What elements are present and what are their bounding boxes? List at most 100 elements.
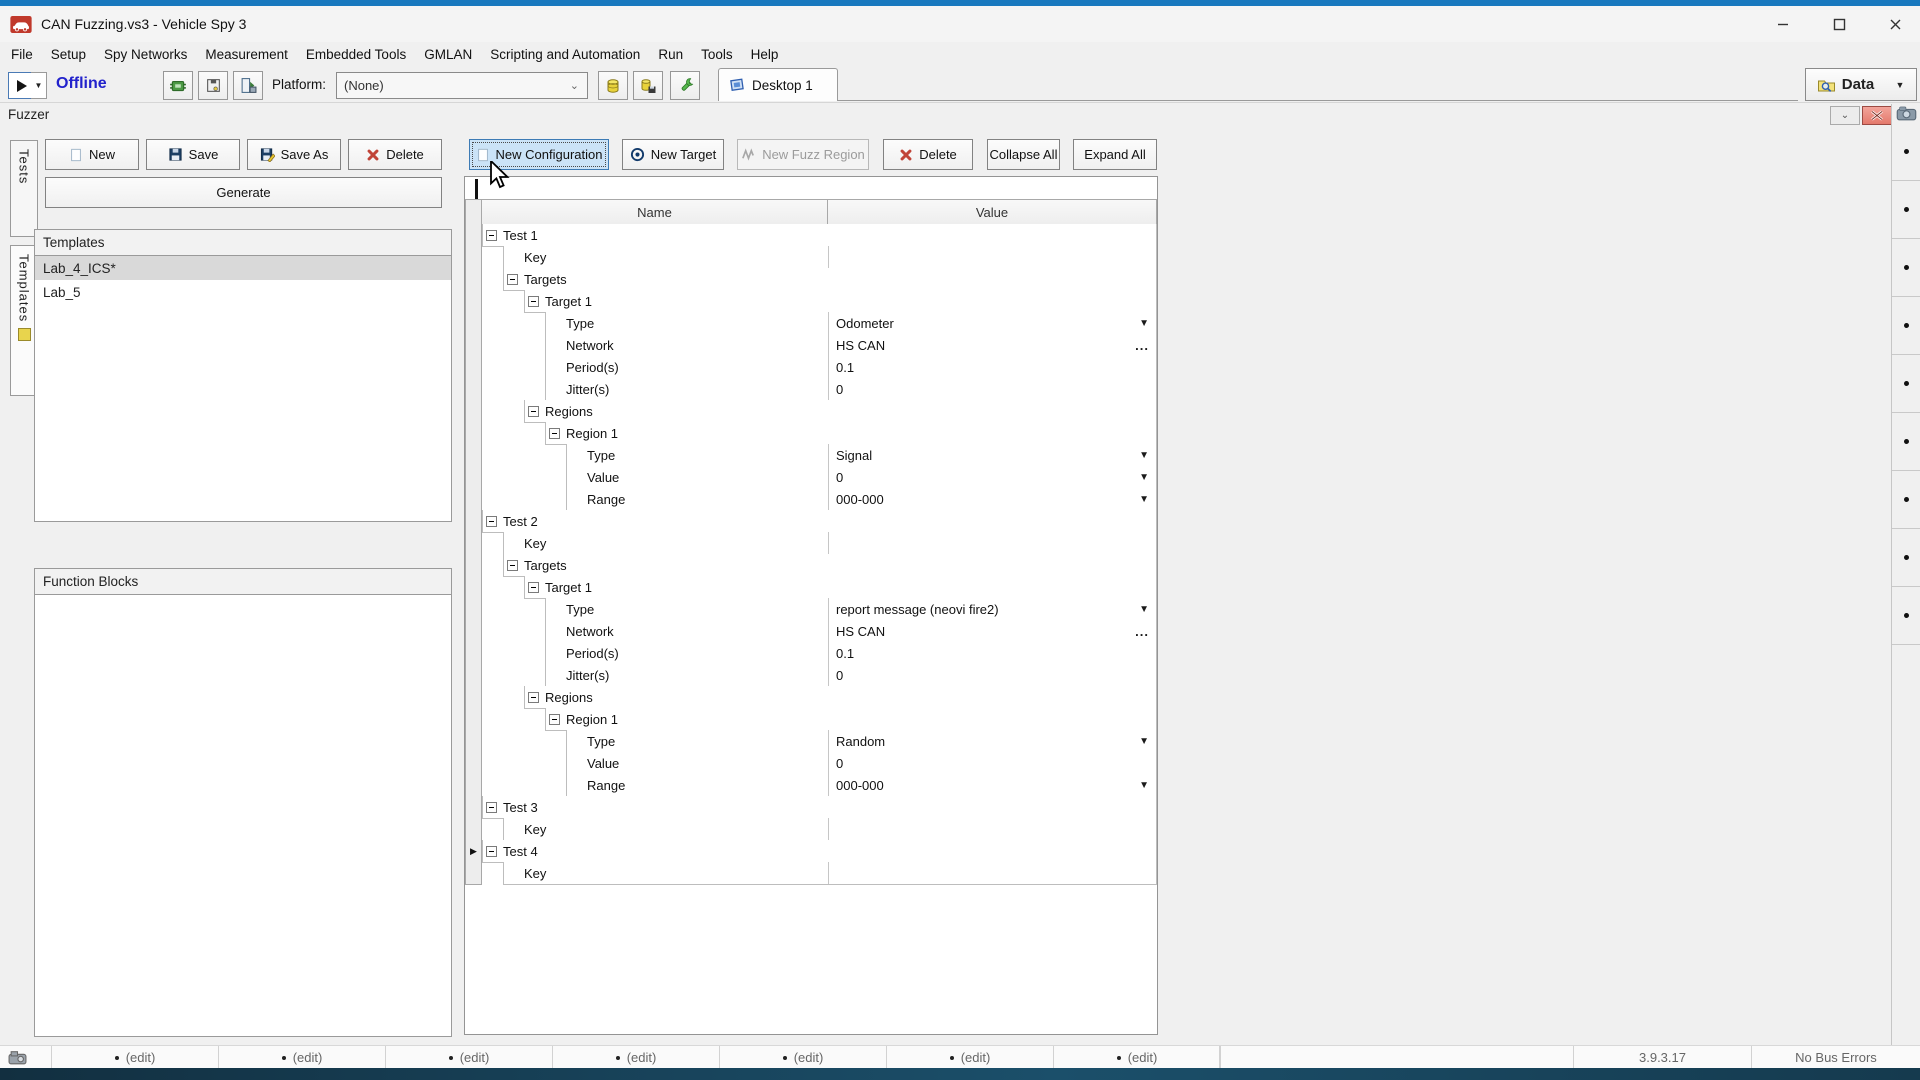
collapse-expander-icon[interactable] xyxy=(486,230,497,241)
property-name-cell[interactable]: Type xyxy=(567,730,829,752)
property-name-cell[interactable]: Range xyxy=(567,488,829,510)
dock-item[interactable] xyxy=(1892,238,1920,297)
ellipsis-button[interactable]: ... xyxy=(1135,338,1156,353)
row-gutter[interactable] xyxy=(465,664,482,687)
new-button[interactable]: New xyxy=(45,139,139,170)
group-row[interactable]: Targets xyxy=(503,268,1157,291)
property-name-cell[interactable]: Type xyxy=(546,312,829,334)
collapse-expander-icon[interactable] xyxy=(528,406,539,417)
delete-button[interactable]: Delete xyxy=(348,139,442,170)
property-value-cell[interactable]: 0.1 xyxy=(829,356,1156,378)
group-row[interactable]: Test 3 xyxy=(482,796,1157,819)
property-value-cell[interactable]: 0 xyxy=(829,664,1156,686)
row-gutter[interactable] xyxy=(465,708,482,731)
property-row[interactable]: Jitter(s)0 xyxy=(545,664,1157,687)
menu-item-setup[interactable]: Setup xyxy=(42,44,95,65)
row-gutter[interactable] xyxy=(465,862,482,885)
play-dropdown-button[interactable]: ▼ xyxy=(31,72,47,99)
collapse-expander-icon[interactable] xyxy=(549,428,560,439)
group-row[interactable]: Regions xyxy=(524,686,1157,709)
property-row[interactable]: NetworkHS CAN... xyxy=(545,334,1157,357)
property-value-cell[interactable] xyxy=(829,818,1156,840)
row-gutter[interactable] xyxy=(465,686,482,709)
group-row[interactable]: Region 1 xyxy=(545,708,1157,731)
group-row[interactable]: Test 1 xyxy=(482,224,1157,247)
property-name-cell[interactable]: Key xyxy=(504,532,829,554)
property-value-cell[interactable]: 0 xyxy=(829,378,1156,400)
maximize-button[interactable] xyxy=(1828,13,1850,35)
group-row[interactable]: Target 1 xyxy=(524,290,1157,313)
row-gutter[interactable] xyxy=(465,488,482,511)
collapse-expander-icon[interactable] xyxy=(549,714,560,725)
property-value-cell[interactable] xyxy=(829,246,1156,268)
save-as-button[interactable]: Save As xyxy=(247,139,341,170)
property-row[interactable]: Key xyxy=(503,246,1157,269)
row-gutter[interactable] xyxy=(465,818,482,841)
property-value-cell[interactable]: Random▼ xyxy=(829,730,1156,752)
export-button[interactable] xyxy=(233,71,263,100)
collapse-expander-icon[interactable] xyxy=(528,692,539,703)
row-gutter[interactable] xyxy=(465,532,482,555)
side-tab-tests[interactable]: Tests xyxy=(10,140,38,237)
tab-desktop-1[interactable]: Desktop 1 xyxy=(718,68,838,101)
dock-item[interactable] xyxy=(1892,470,1920,529)
property-row[interactable]: Value0▼ xyxy=(566,466,1157,489)
new-target-button[interactable]: New Target xyxy=(622,139,724,170)
property-name-cell[interactable]: Period(s) xyxy=(546,356,829,378)
row-gutter[interactable] xyxy=(465,290,482,313)
property-row[interactable]: Value0 xyxy=(566,752,1157,775)
data-dropdown-button[interactable]: ▼ xyxy=(1884,68,1917,101)
row-gutter[interactable] xyxy=(465,576,482,599)
property-value-cell[interactable]: 0▼ xyxy=(829,466,1156,488)
menu-item-measurement[interactable]: Measurement xyxy=(196,44,297,65)
property-name-cell[interactable]: Period(s) xyxy=(546,642,829,664)
property-row[interactable]: Period(s)0.1 xyxy=(545,356,1157,379)
hardware-button[interactable] xyxy=(163,71,193,100)
property-name-cell[interactable]: Key xyxy=(504,862,829,884)
property-value-cell[interactable]: 000-000▼ xyxy=(829,774,1156,796)
dropdown-arrow-icon[interactable]: ▼ xyxy=(1139,494,1156,505)
row-gutter[interactable] xyxy=(465,752,482,775)
property-name-cell[interactable]: Key xyxy=(504,246,829,268)
collapse-expander-icon[interactable] xyxy=(507,274,518,285)
menu-item-scripting-and-automation[interactable]: Scripting and Automation xyxy=(481,44,649,65)
collapse-expander-icon[interactable] xyxy=(486,846,497,857)
row-gutter[interactable] xyxy=(465,598,482,621)
group-row[interactable]: Test 2 xyxy=(482,510,1157,533)
row-gutter[interactable] xyxy=(465,554,482,577)
property-row[interactable]: Key xyxy=(503,862,1157,885)
property-row[interactable]: TypeSignal▼ xyxy=(566,444,1157,467)
row-gutter[interactable] xyxy=(465,378,482,401)
property-name-cell[interactable]: Range xyxy=(567,774,829,796)
property-row[interactable]: Range000-000▼ xyxy=(566,488,1157,511)
status-edit-cell[interactable]: (edit) xyxy=(553,1046,720,1069)
dropdown-arrow-icon[interactable]: ▼ xyxy=(1139,736,1156,747)
property-value-cell[interactable]: Signal▼ xyxy=(829,444,1156,466)
property-row[interactable]: Key xyxy=(503,532,1157,555)
menu-item-embedded-tools[interactable]: Embedded Tools xyxy=(297,44,415,65)
collapse-all-button[interactable]: Collapse All xyxy=(987,139,1060,170)
menu-item-tools[interactable]: Tools xyxy=(692,44,742,65)
row-gutter[interactable] xyxy=(465,620,482,643)
row-gutter[interactable] xyxy=(465,356,482,379)
dropdown-arrow-icon[interactable]: ▼ xyxy=(1139,450,1156,461)
property-name-cell[interactable]: Jitter(s) xyxy=(546,664,829,686)
dropdown-arrow-icon[interactable]: ▼ xyxy=(1139,780,1156,791)
row-gutter[interactable] xyxy=(465,312,482,335)
setup-wrench-button[interactable] xyxy=(670,71,700,100)
collapse-expander-icon[interactable] xyxy=(486,802,497,813)
property-row[interactable]: Jitter(s)0 xyxy=(545,378,1157,401)
dock-item[interactable] xyxy=(1892,528,1920,587)
template-item-lab-5[interactable]: Lab_5 xyxy=(35,280,451,304)
menu-item-gmlan[interactable]: GMLAN xyxy=(415,44,481,65)
generate-button[interactable]: Generate xyxy=(45,177,442,208)
menu-item-run[interactable]: Run xyxy=(649,44,692,65)
status-edit-cell[interactable]: (edit) xyxy=(1054,1046,1221,1069)
dock-item[interactable] xyxy=(1892,354,1920,413)
row-gutter[interactable] xyxy=(465,400,482,423)
menu-item-help[interactable]: Help xyxy=(742,44,788,65)
row-gutter[interactable] xyxy=(465,774,482,797)
row-gutter[interactable] xyxy=(465,730,482,753)
group-row[interactable]: Targets xyxy=(503,554,1157,577)
value-column-header[interactable]: Value xyxy=(828,199,1157,225)
